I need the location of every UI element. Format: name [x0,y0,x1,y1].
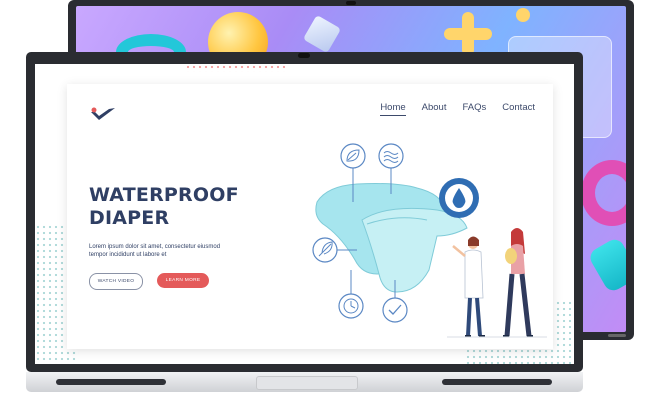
nav-about[interactable]: About [422,102,447,116]
back-control-strip [608,334,626,337]
right-control-strip [442,379,552,385]
left-control-strip [56,379,166,385]
dot-texture-top [185,64,285,72]
landing-page-card: Home About FAQs Contact WATERPROOF DIAPE… [67,84,553,349]
timer-icon [338,293,364,319]
yellow-dot-shape [516,8,530,22]
magenta-ring-shape [581,160,626,226]
front-display: Home About FAQs Contact WATERPROOF DIAPE… [26,52,583,372]
front-camera [298,53,310,58]
hero-description: Lorem ipsum dolor sit amet, consectetur … [89,244,221,258]
hero-title-line2: DIAPER [89,207,170,229]
mother-figure [503,228,533,337]
plus-shape-vertical [462,12,474,56]
nav-faqs[interactable]: FAQs [462,102,486,116]
doctor-figure [452,236,485,337]
diaper-illustration [312,143,547,338]
waves-icon [378,143,404,169]
top-navigation: Home About FAQs Contact [380,102,535,116]
monitor-base-bar [26,372,583,392]
front-screen: Home About FAQs Contact WATERPROOF DIAPE… [35,64,574,364]
watch-video-button[interactable]: WATCH VIDEO [89,273,143,290]
center-speaker-panel [256,376,358,390]
nav-home[interactable]: Home [380,102,406,116]
cube-shape [302,14,342,54]
cyan-cylinder-shape [586,236,626,294]
hero-title-line1: WATERPROOF [89,184,239,206]
check-icon [382,297,408,323]
nav-contact[interactable]: Contact [502,102,535,116]
leaf-icon [340,143,366,169]
brand-logo-icon[interactable] [89,106,117,122]
hero-title: WATERPROOF DIAPER [89,184,239,230]
water-drop-icon [439,178,479,218]
back-camera [346,1,356,5]
learn-more-button[interactable]: LEARN MORE [157,273,209,288]
feather-icon [312,237,338,263]
